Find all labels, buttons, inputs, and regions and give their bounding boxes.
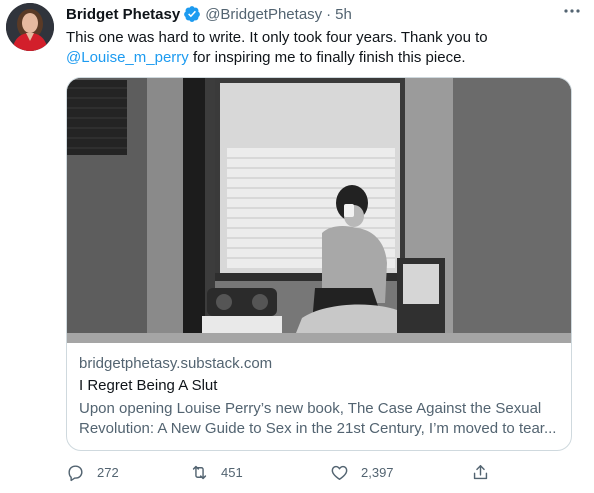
reply-button[interactable]: 272 <box>66 463 119 482</box>
tweet-header: Bridget Phetasy @BridgetPhetasy · 5h <box>66 1 578 27</box>
tweet-text: This one was hard to write. It only took… <box>66 28 576 68</box>
retweet-button[interactable]: 451 <box>190 463 243 482</box>
retweet-count: 451 <box>221 465 243 480</box>
separator-dot: · <box>326 5 332 23</box>
tweet-text-line-2: @Louise_m_perry for inspiring me to fina… <box>66 48 576 68</box>
tweet-text-line-1: This one was hard to write. It only took… <box>66 29 488 46</box>
like-icon <box>331 465 348 480</box>
like-button[interactable]: 2,397 <box>330 463 394 482</box>
card-description: Upon opening Louise Perry’s new book, Th… <box>79 399 563 439</box>
more-options-icon[interactable] <box>562 4 582 18</box>
share-icon <box>473 465 488 480</box>
mention-link[interactable]: @Louise_m_perry <box>66 49 189 66</box>
author-name[interactable]: Bridget Phetasy <box>66 6 180 23</box>
card-meta: bridgetphetasy.substack.com I Regret Bei… <box>79 354 563 439</box>
tweet-text-line-2-rest: for inspiring me to finally finish this … <box>188 49 466 66</box>
avatar[interactable] <box>6 3 54 51</box>
share-button[interactable] <box>471 463 490 482</box>
tweet-content: Bridget Phetasy @BridgetPhetasy · 5h Thi… <box>66 0 580 482</box>
card-domain: bridgetphetasy.substack.com <box>79 355 273 372</box>
author-handle[interactable]: @BridgetPhetasy <box>205 6 322 23</box>
retweet-icon <box>192 465 207 480</box>
card-description-line-1: Upon opening Louise Perry’s new book, Th… <box>79 400 542 417</box>
tweet-timestamp[interactable]: 5h <box>335 6 352 23</box>
card-description-line-2: Revolution: A New Guide to Sex in the 21… <box>79 420 557 437</box>
avatar-photo <box>6 3 54 51</box>
reply-icon <box>68 465 83 482</box>
reply-count: 272 <box>97 465 119 480</box>
action-bar: 272 451 2,397 <box>66 463 572 487</box>
link-preview-card[interactable]: bridgetphetasy.substack.com I Regret Bei… <box>66 77 572 451</box>
verified-badge-icon <box>184 6 201 22</box>
like-count: 2,397 <box>361 465 394 480</box>
card-title: I Regret Being A Slut <box>79 377 218 394</box>
card-image <box>67 78 571 343</box>
